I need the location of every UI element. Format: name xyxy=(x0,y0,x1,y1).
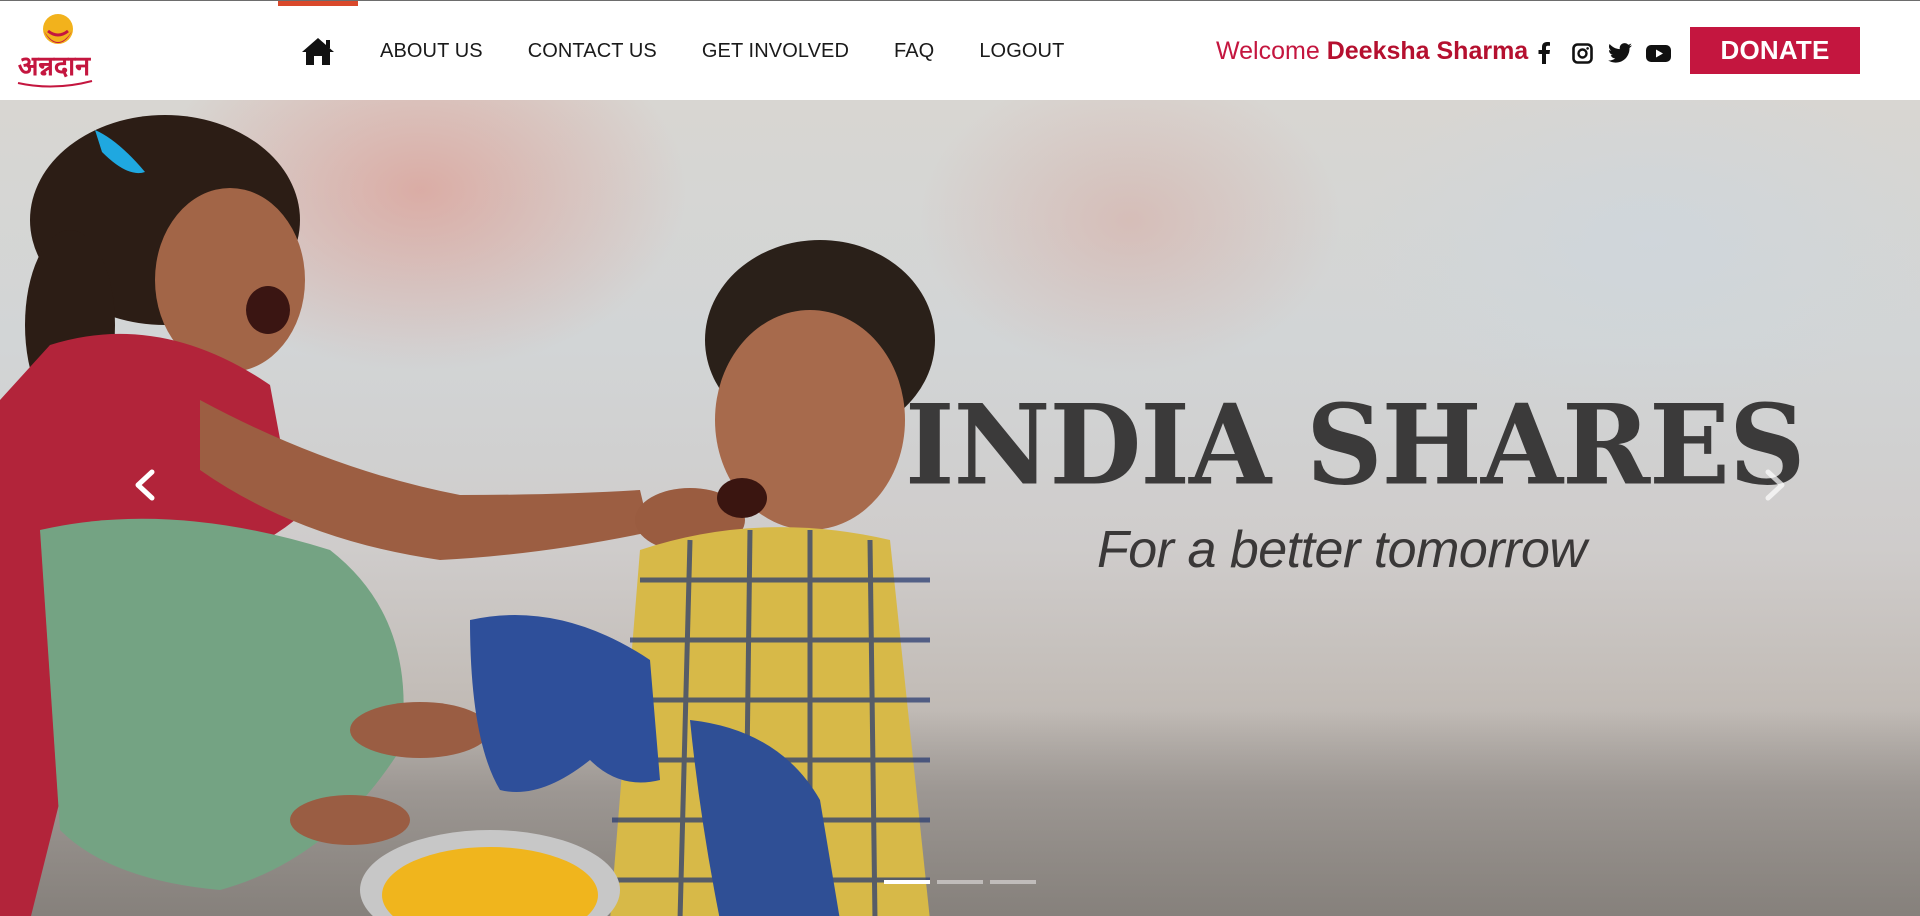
user-name[interactable]: Deeksha Sharma xyxy=(1327,37,1529,65)
nav-logout[interactable]: LOGOUT xyxy=(979,40,1064,63)
chevron-left-icon xyxy=(135,469,155,501)
carousel-indicator-1[interactable] xyxy=(884,880,930,884)
chevron-right-icon xyxy=(1765,469,1785,501)
main-nav: ABOUT US CONTACT US GET INVOLVED FAQ LOG… xyxy=(380,1,1109,101)
nav-about-us[interactable]: ABOUT US xyxy=(380,40,483,63)
facebook-icon[interactable] xyxy=(1530,39,1558,67)
active-nav-indicator xyxy=(278,1,358,6)
carousel-prev-button[interactable] xyxy=(115,455,175,515)
nav-get-involved[interactable]: GET INVOLVED xyxy=(702,40,849,63)
donate-button[interactable]: DONATE xyxy=(1690,27,1860,74)
twitter-icon[interactable] xyxy=(1606,39,1634,67)
social-links xyxy=(1530,38,1682,68)
carousel-next-button[interactable] xyxy=(1745,455,1805,515)
nav-home-button[interactable] xyxy=(278,1,358,101)
logo-text: अन्नदान xyxy=(18,51,91,82)
hero-subtitle: For a better tomorrow xyxy=(1097,521,1587,579)
carousel-indicator-3[interactable] xyxy=(990,880,1036,884)
youtube-icon[interactable] xyxy=(1644,39,1672,67)
carousel-indicators xyxy=(884,880,1043,884)
nav-faq[interactable]: FAQ xyxy=(894,40,934,63)
welcome-prefix: Welcome xyxy=(1216,37,1320,65)
site-header: अन्नदान ABOUT US CONTACT US GET INVOLVED… xyxy=(0,0,1920,100)
nav-contact-us[interactable]: CONTACT US xyxy=(528,40,657,63)
hero-carousel: INDIA SHARES For a better tomorrow xyxy=(0,100,1920,916)
annadaan-logo[interactable]: अन्नदान xyxy=(8,9,100,93)
instagram-icon[interactable] xyxy=(1568,39,1596,67)
welcome-message: Welcome Deeksha Sharma xyxy=(1216,37,1528,66)
home-icon xyxy=(302,38,334,65)
carousel-indicator-2[interactable] xyxy=(937,880,983,884)
hero-title: INDIA SHARES xyxy=(905,379,1806,510)
